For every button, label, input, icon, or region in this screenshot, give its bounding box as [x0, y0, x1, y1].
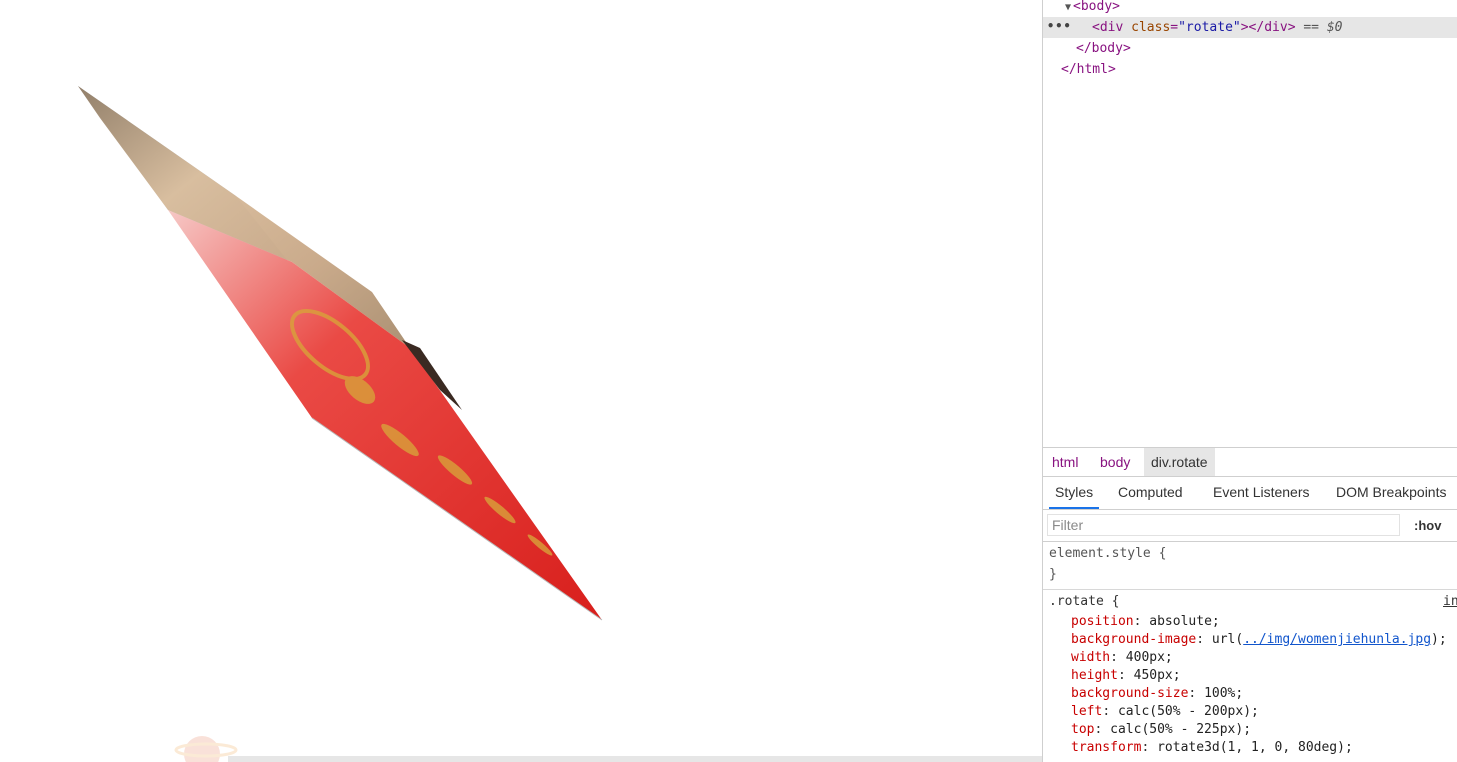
rule-source-link[interactable]: in [1443, 593, 1457, 611]
expand-caret-icon[interactable]: ▼ [1065, 2, 1071, 13]
css-property-transform[interactable]: transform: rotate3d(1, 1, 0, 80deg); [1071, 739, 1353, 757]
element-style-selector[interactable]: element.style { [1049, 545, 1166, 563]
devtools-panel: ▼ <body> ••• <div class="rotate"></div> =… [1042, 0, 1457, 762]
elements-dom-tree: ▼ <body> ••• <div class="rotate"></div> =… [1043, 0, 1457, 445]
styles-tab-bar: Styles Computed Event Listeners DOM Brea… [1043, 476, 1457, 510]
tab-dom-breakpoints[interactable]: DOM Breakpoints [1330, 476, 1452, 509]
css-property-height[interactable]: height: 450px; [1071, 667, 1181, 685]
more-options-icon[interactable]: ••• [1047, 17, 1072, 38]
div-class-value: "rotate" [1178, 20, 1241, 35]
div-class-attr: class [1131, 20, 1171, 35]
rule-divider [1043, 589, 1457, 590]
breadcrumb-div-rotate[interactable]: div.rotate [1144, 448, 1215, 476]
page-viewport [0, 0, 1042, 762]
dom-div-rotate-line[interactable]: <div class="rotate"></div> == $0 [1092, 17, 1343, 38]
styles-filter-bar: :hov [1043, 511, 1457, 542]
body-open-tag: <body> [1073, 0, 1120, 14]
background-image-url-link[interactable]: ../img/womenjiehunla.jpg [1243, 632, 1431, 647]
breadcrumb-body[interactable]: body [1093, 448, 1137, 476]
styles-pane: element.style { } .rotate { in position:… [1043, 542, 1457, 762]
css-property-background-image[interactable]: background-image: url(../img/womenjiehun… [1071, 631, 1447, 649]
rotated-image-card [78, 86, 603, 621]
selected-node-ref: == $0 [1303, 20, 1343, 35]
div-close-tag: ></div> [1240, 20, 1296, 35]
card-red-region [168, 210, 602, 620]
css-property-background-size[interactable]: background-size: 100%; [1071, 685, 1243, 703]
html-close-tag: </html> [1061, 62, 1116, 77]
styles-filter-input[interactable] [1047, 514, 1400, 536]
rotate-rule-selector[interactable]: .rotate { [1049, 593, 1119, 611]
div-open-tag: <div [1092, 20, 1124, 35]
css-property-top[interactable]: top: calc(50% - 225px); [1071, 721, 1251, 739]
css-property-position[interactable]: position: absolute; [1071, 613, 1220, 631]
breadcrumb: html body div.rotate [1043, 447, 1457, 477]
css-property-left[interactable]: left: calc(50% - 200px); [1071, 703, 1259, 721]
tab-styles[interactable]: Styles [1049, 476, 1100, 509]
tab-computed[interactable]: Computed [1112, 476, 1189, 509]
hover-state-toggle[interactable]: :hov [1414, 516, 1441, 536]
dom-body-close-line[interactable]: </body> [1076, 38, 1131, 59]
element-style-close-brace: } [1049, 567, 1057, 582]
css-property-width[interactable]: width: 400px; [1071, 649, 1173, 667]
body-close-tag: </body> [1076, 41, 1131, 56]
horizontal-scrollbar[interactable] [228, 756, 1042, 762]
dom-body-open-line[interactable]: ▼ <body> [1065, 0, 1120, 17]
breadcrumb-html[interactable]: html [1045, 448, 1085, 476]
dom-html-close-line[interactable]: </html> [1061, 59, 1116, 80]
tab-event-listeners[interactable]: Event Listeners [1207, 476, 1316, 509]
